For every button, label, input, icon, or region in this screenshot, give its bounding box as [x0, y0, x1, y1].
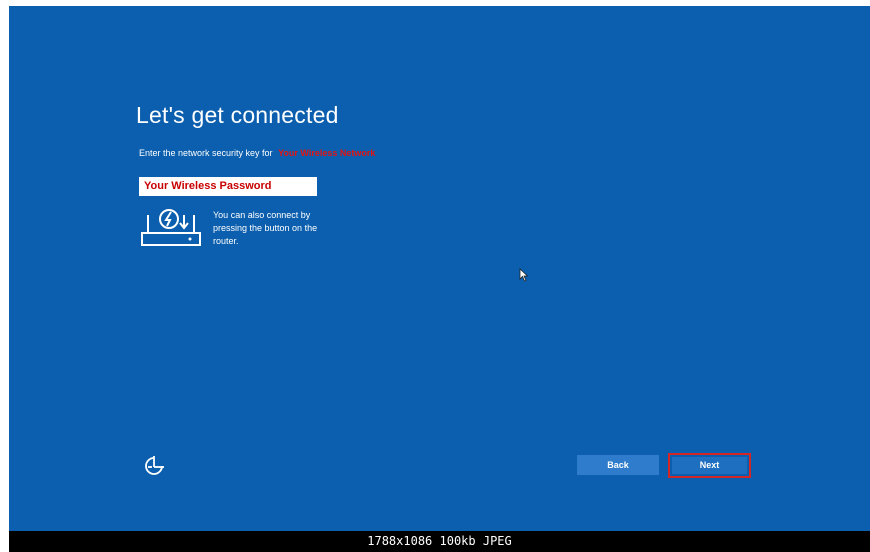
mouse-cursor-icon — [519, 268, 529, 282]
next-button[interactable]: Next — [668, 453, 751, 478]
password-input[interactable]: Your Wireless Password — [139, 177, 317, 196]
accessibility-icon[interactable] — [143, 455, 165, 477]
next-button-label: Next — [672, 457, 747, 474]
security-key-prompt: Enter the network security key for Your … — [139, 148, 375, 158]
setup-screen: Let's get connected Enter the network se… — [9, 6, 870, 531]
router-wps-icon — [141, 209, 201, 246]
page-title: Let's get connected — [136, 102, 339, 128]
prompt-text: Enter the network security key for — [139, 148, 273, 158]
network-name: Your Wireless Network — [278, 148, 376, 158]
image-info-bar: 1788x1086 100kb JPEG — [9, 531, 870, 552]
back-button[interactable]: Back — [577, 455, 659, 475]
wps-hint-text: You can also connect by pressing the but… — [213, 210, 318, 246]
